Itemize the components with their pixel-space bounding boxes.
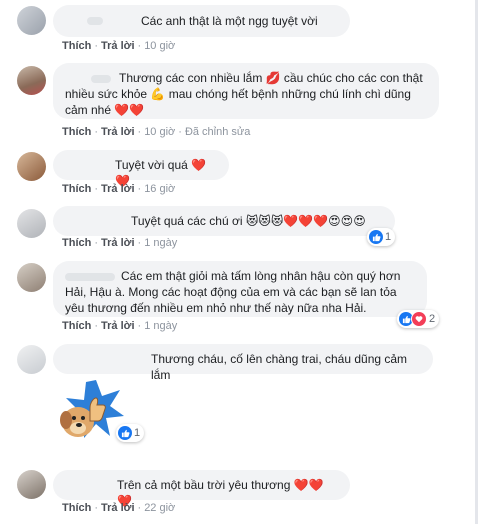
author-name-redacted[interactable] xyxy=(91,75,111,83)
sticker-dog-thumbs-up[interactable] xyxy=(54,378,124,444)
comment-actions: Thích · Trả lời · 1 ngày xyxy=(62,237,178,249)
like-link[interactable]: Thích xyxy=(62,126,91,138)
timestamp[interactable]: 10 giờ xyxy=(144,126,175,138)
timestamp[interactable]: 16 giờ xyxy=(144,183,175,195)
avatar[interactable] xyxy=(17,470,46,499)
comment-bubble: Thương các con nhiều lắm 💋 cầu chúc cho … xyxy=(53,63,439,119)
like-link[interactable]: Thích xyxy=(62,40,91,52)
comment-actions: Thích · Trả lời · 22 giờ xyxy=(62,502,176,514)
comment-text: Các anh thật là một ngg tuyệt vời xyxy=(141,14,318,28)
reaction-count: 1 xyxy=(134,427,141,439)
timestamp[interactable]: 22 giờ xyxy=(144,502,175,514)
avatar[interactable] xyxy=(17,263,46,292)
comment-bubble: Các anh thật là một ngg tuyệt vời xyxy=(53,5,350,37)
author-name-redacted[interactable] xyxy=(65,273,115,281)
timestamp[interactable]: 1 ngày xyxy=(144,320,177,332)
comment-bubble: Tuyệt quá các chú ơi 😻😻😻❤️❤️❤️😍😍😍 xyxy=(53,206,395,236)
avatar[interactable] xyxy=(17,6,46,35)
comment-text: Các em thật giỏi mà tấm lòng nhân hậu cò… xyxy=(65,269,401,315)
comment-bubble: Các em thật giỏi mà tấm lòng nhân hậu cò… xyxy=(53,261,427,317)
comment-bubble: Tuyệt vời quá ❤️❤️ xyxy=(53,150,229,188)
reaction-count: 1 xyxy=(385,231,392,243)
comment-text: Tuyệt quá các chú ơi 😻😻😻❤️❤️❤️😍😍😍 xyxy=(131,214,366,228)
reply-link[interactable]: Trả lời xyxy=(101,237,135,249)
timestamp[interactable]: 1 ngày xyxy=(144,237,177,249)
avatar[interactable] xyxy=(17,209,46,238)
reaction-summary[interactable]: 2 xyxy=(397,310,440,328)
comment-text: Thương các con nhiều lắm 💋 cầu chúc cho … xyxy=(65,71,423,117)
comment-bubble: Trên cả một bầu trời yêu thương ❤️❤️❤️ xyxy=(53,470,350,508)
reaction-summary[interactable]: 1 xyxy=(367,228,396,246)
author-name-redacted[interactable] xyxy=(87,17,103,25)
comment-actions: Thích · Trả lời · 16 giờ xyxy=(62,183,176,195)
like-link[interactable]: Thích xyxy=(62,237,91,249)
reaction-count: 2 xyxy=(429,313,436,325)
timestamp[interactable]: 10 giờ xyxy=(144,40,175,52)
like-icon xyxy=(369,230,383,244)
edited-label[interactable]: Đã chỉnh sửa xyxy=(185,126,250,138)
avatar[interactable] xyxy=(17,66,46,95)
comment-bubble: Thương cháu, cố lên chàng trai, cháu dũn… xyxy=(53,344,433,382)
reaction-summary[interactable]: 1 xyxy=(116,424,145,442)
like-icon xyxy=(118,426,132,440)
like-link[interactable]: Thích xyxy=(62,502,91,514)
avatar[interactable] xyxy=(17,345,46,374)
comment-actions: Thích · Trả lời · 1 ngày xyxy=(62,320,178,332)
comment-actions: Thích · Trả lời · 10 giờ · Đã chỉnh sửa xyxy=(62,126,251,138)
comment-actions: Thích · Trả lời · 10 giờ xyxy=(62,40,176,52)
reply-link[interactable]: Trả lời xyxy=(101,126,135,138)
reply-link[interactable]: Trả lời xyxy=(101,40,135,52)
like-link[interactable]: Thích xyxy=(62,183,91,195)
love-icon xyxy=(411,311,427,327)
comment-text: Thương cháu, cố lên chàng trai, cháu dũn… xyxy=(151,352,408,382)
reply-link[interactable]: Trả lời xyxy=(101,502,135,514)
reply-link[interactable]: Trả lời xyxy=(101,183,135,195)
reply-link[interactable]: Trả lời xyxy=(101,320,135,332)
avatar[interactable] xyxy=(17,152,46,181)
like-link[interactable]: Thích xyxy=(62,320,91,332)
